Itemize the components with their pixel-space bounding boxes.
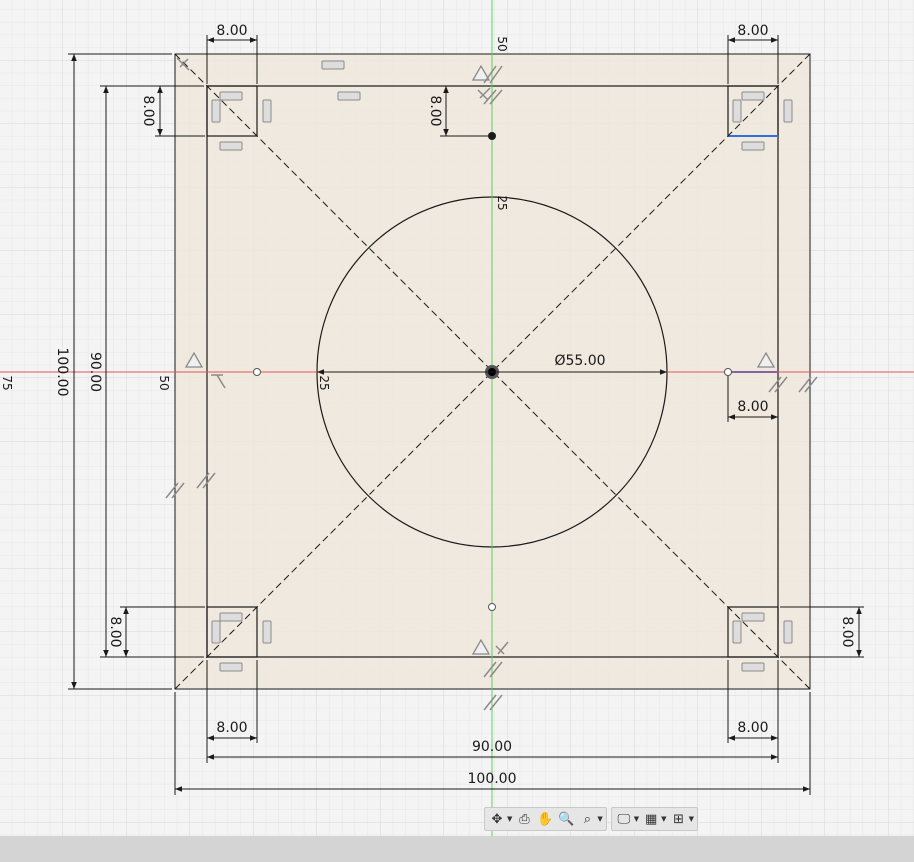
x-axis-label-50: 50 [157,375,171,390]
dimension-right-mid-w-label[interactable]: 8.00 [737,399,768,415]
dimension-corner-bottom-left-h-label[interactable]: 8.00 [107,616,123,647]
grid-settings-dropdown-arrow[interactable]: ▼ [661,815,666,823]
grid-settings-icon[interactable]: ▦ [642,810,660,828]
x-axis-label-25: 25 [317,375,331,390]
y-axis-label-25: 25 [495,195,509,210]
right-midpoint[interactable] [724,368,732,376]
dimension-height-inner-label[interactable]: 90.00 [87,352,103,392]
look-at-glyph: ⎙ [519,811,530,827]
viewports-icon[interactable]: ⊞ [670,810,688,828]
fit-icon[interactable]: ⌕ [578,810,596,828]
dimension-width-inner-label[interactable]: 90.00 [472,739,512,755]
display-settings-dropdown-arrow[interactable]: ▼ [634,815,639,823]
dimension-height-outer-label[interactable]: 100.00 [54,348,70,397]
dimension-width-outer-label[interactable]: 100.00 [468,771,517,787]
left-midpoint[interactable] [253,368,261,376]
display-settings-glyph: 🖵 [617,811,631,827]
dimension-corner-bottom-right-h-label[interactable]: 8.00 [839,616,855,647]
viewports-glyph: ⊞ [673,811,685,827]
pan-icon[interactable]: ✋ [536,810,554,828]
zoom-glyph: 🔍 [558,811,575,827]
dimension-corner-top-left-h-label[interactable]: 8.00 [140,95,156,126]
dimension-corner-top-right-w-label[interactable]: 8.00 [737,23,768,39]
sketch-canvas[interactable]: 100.00 90.00 8.00 8.00 8.00 8.00 100.00 … [0,0,914,862]
dimension-circle-diameter-label[interactable]: Ø55.00 [554,353,605,369]
look-at-icon[interactable]: ⎙ [515,810,533,828]
status-bar [0,836,914,862]
bottom-midpoint[interactable] [488,603,496,611]
y-axis-label-50: 50 [495,36,509,51]
pan-glyph: ✋ [537,811,554,827]
dimension-corner-bottom-left-w-label[interactable]: 8.00 [216,720,247,736]
dimension-top-center-h-label[interactable]: 8.00 [427,95,443,126]
zoom-icon[interactable]: 🔍 [557,810,575,828]
dimension-corner-top-left-w-label[interactable]: 8.00 [216,23,247,39]
display-tools-group: 🖵 ▼ ▦ ▼ ⊞ ▼ [610,807,698,831]
orbit-glyph: ✥ [491,811,503,827]
orbit-dropdown-arrow[interactable]: ▼ [507,815,512,823]
viewports-dropdown-arrow[interactable]: ▼ [689,815,694,823]
view-tools-group: ✥ ▼ ⎙ ✋ 🔍 ⌕ ▼ [484,807,607,831]
grid-settings-glyph: ▦ [645,811,658,827]
fit-glyph: ⌕ [583,811,592,827]
dimension-corner-bottom-right-w-label[interactable]: 8.00 [737,720,768,736]
display-settings-icon[interactable]: 🖵 [615,810,633,828]
navigation-toolbar: ✥ ▼ ⎙ ✋ 🔍 ⌕ ▼ 🖵 ▼ ▦ ▼ ⊞ ▼ [484,806,728,832]
x-axis-label-75: 75 [0,375,14,390]
orbit-icon[interactable]: ✥ [488,810,506,828]
fit-dropdown-arrow[interactable]: ▼ [597,815,602,823]
